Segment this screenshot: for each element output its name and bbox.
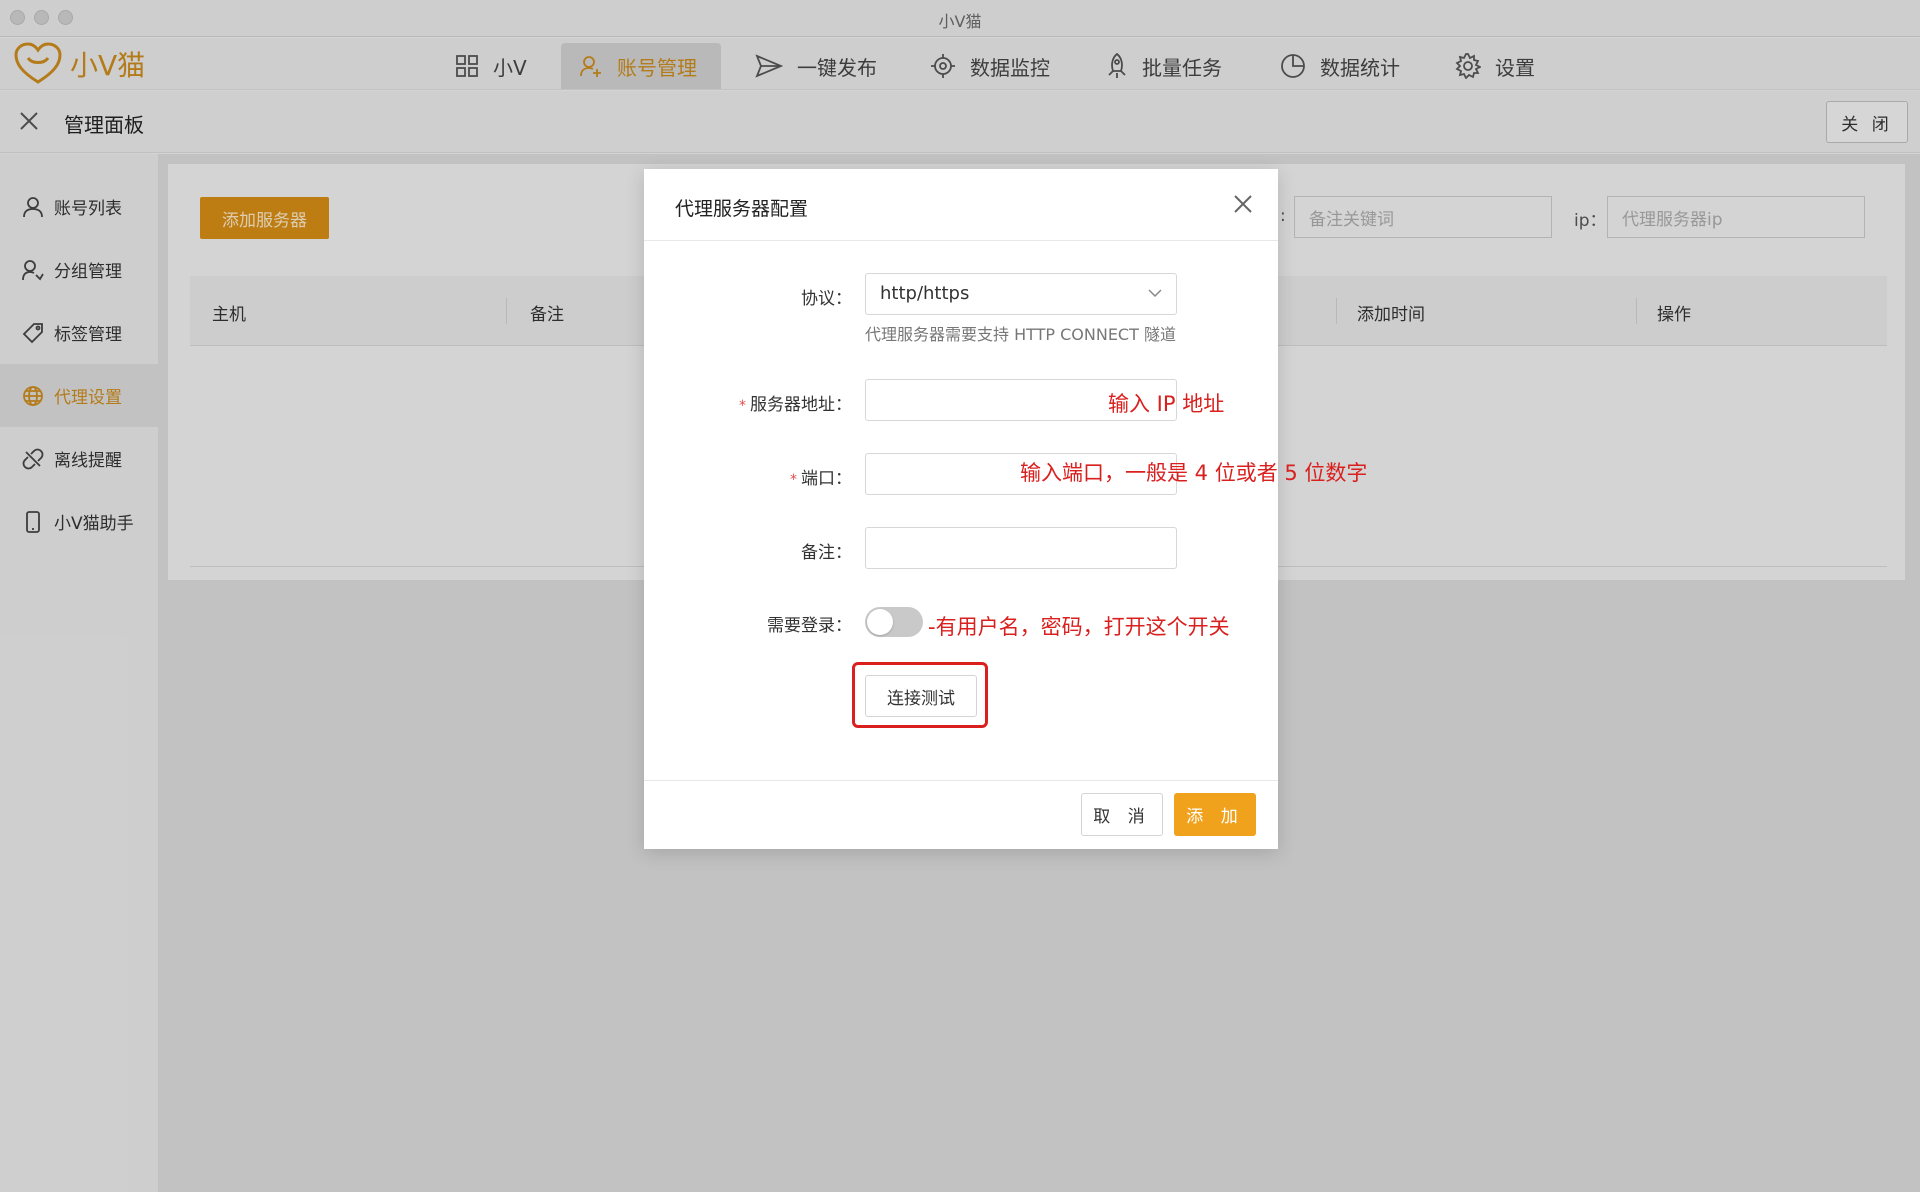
dialog-title: 代理服务器配置: [675, 198, 809, 220]
toggle-knob: [867, 609, 893, 635]
proxy-config-dialog: 代理服务器配置 协议： http/https 代理服务器需要支持 HTTP CO…: [644, 169, 1278, 849]
port-label: * 端口：: [652, 464, 852, 489]
remark-label: 备注：: [801, 543, 852, 563]
required-mark: *: [790, 472, 797, 488]
protocol-label: 协议：: [801, 289, 852, 309]
add-button[interactable]: 添 加: [1174, 793, 1256, 836]
protocol-select[interactable]: http/https: [865, 273, 1177, 315]
remark-input[interactable]: [865, 527, 1177, 569]
annotation-server-address: 输入 IP 地址: [1108, 392, 1225, 416]
close-icon[interactable]: [1232, 193, 1254, 215]
chevron-down-icon: [1148, 289, 1162, 298]
dialog-footer-divider: [644, 780, 1278, 781]
protocol-select-value: http/https: [880, 283, 970, 304]
login-required-toggle[interactable]: [865, 607, 923, 637]
dialog-header-divider: [644, 240, 1278, 241]
cancel-button[interactable]: 取 消: [1081, 793, 1163, 836]
annotation-highlight-box: [852, 662, 988, 728]
port-label-text: 端口：: [801, 469, 852, 489]
annotation-port: 输入端口，一般是 4 位或者 5 位数字: [1020, 461, 1368, 485]
protocol-hint: 代理服务器需要支持 HTTP CONNECT 隧道: [865, 325, 1176, 344]
server-address-label: * 服务器地址：: [652, 390, 852, 415]
required-mark: *: [739, 398, 746, 414]
server-address-label-text: 服务器地址：: [750, 395, 852, 415]
annotation-login-toggle: -有用户名，密码，打开这个开关: [928, 615, 1230, 639]
login-required-label: 需要登录：: [767, 616, 852, 636]
